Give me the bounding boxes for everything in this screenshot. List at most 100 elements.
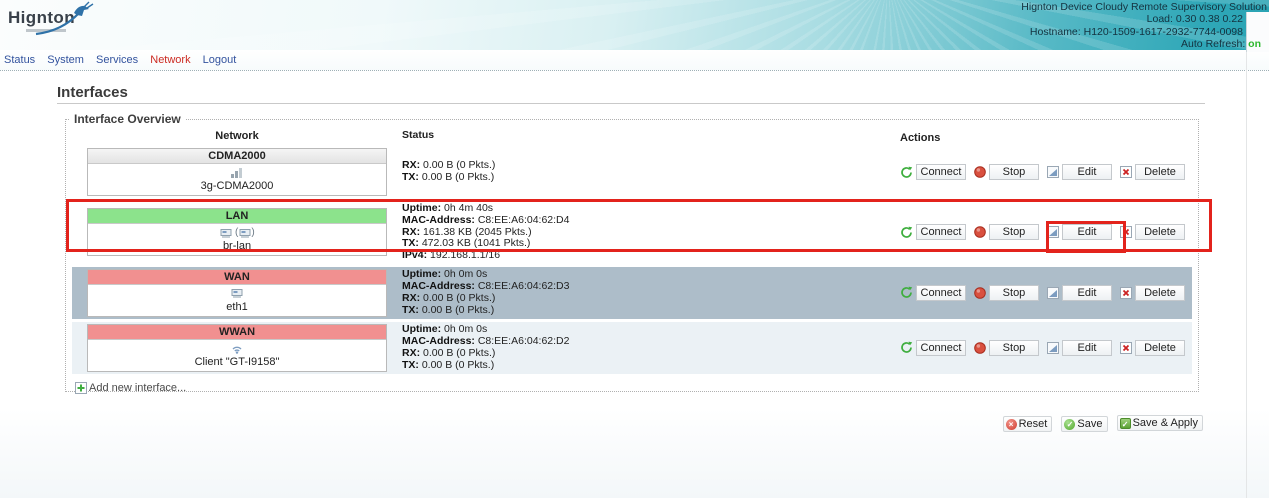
reload-icon <box>900 341 913 354</box>
top-banner: Hignton Hignton Device Cloudy Remote Sup… <box>0 0 1269 50</box>
add-icon <box>74 382 87 395</box>
interface-device: br-lan <box>88 240 386 252</box>
save-button[interactable]: ✓ Save <box>1061 416 1107 432</box>
reset-button[interactable]: × Reset <box>1003 416 1053 432</box>
stop-button[interactable]: Stop <box>989 285 1039 301</box>
interface-device: Client "GT-I9158" <box>88 356 386 368</box>
page-title: Interfaces <box>57 84 128 101</box>
interface-status: Uptime: 0h 0m 0sMAC-Address: C8:EE:A6:04… <box>402 324 900 371</box>
save-label: Save <box>1077 418 1102 430</box>
interface-actions: Connect Stop Edit Delete <box>900 285 1192 301</box>
column-header-network: Network <box>72 130 402 145</box>
nav-item-logout[interactable]: Logout <box>203 54 237 66</box>
status-line: MAC-Address: C8:EE:A6:04:62:D4 <box>402 215 894 227</box>
interface-row-cdma2000: CDMA2000 3g-CDMA2000 RX: 0.00 B (0 Pkts.… <box>72 146 1192 198</box>
edit-icon <box>1046 166 1059 179</box>
stop-action: Stop <box>973 340 1039 356</box>
save-apply-icon: ✓ <box>1120 418 1131 429</box>
auto-refresh-label: Auto Refresh: <box>1181 38 1245 50</box>
status-line: TX: 0.00 B (0 Pkts.) <box>402 360 894 372</box>
edit-button[interactable]: Edit <box>1062 285 1112 301</box>
delete-button[interactable]: Delete <box>1135 285 1185 301</box>
auto-refresh-toggle[interactable]: on <box>1248 38 1261 50</box>
interface-box: WAN eth1 <box>87 269 387 317</box>
interface-box: CDMA2000 3g-CDMA2000 <box>87 148 387 196</box>
auto-refresh-line: Auto Refresh: on <box>1021 38 1269 50</box>
interface-name: CDMA2000 <box>88 149 386 164</box>
edit-action: Edit <box>1046 224 1112 240</box>
connect-action: Connect <box>900 164 966 180</box>
delete-icon <box>1119 341 1132 354</box>
interface-device: eth1 <box>88 301 386 313</box>
edit-button[interactable]: Edit <box>1062 224 1112 240</box>
add-new-interface-link[interactable]: Add new interface... <box>74 382 1192 395</box>
connect-action: Connect <box>900 340 966 356</box>
column-header-actions: Actions <box>900 130 1192 145</box>
nav-item-status[interactable]: Status <box>4 54 35 66</box>
product-line: Hignton Device Cloudy Remote Supervisory… <box>1021 1 1269 13</box>
interface-actions: Connect Stop Edit Delete <box>900 340 1192 356</box>
interface-name: LAN <box>88 209 386 224</box>
stop-action: Stop <box>973 285 1039 301</box>
delete-button[interactable]: Delete <box>1135 340 1185 356</box>
connect-action: Connect <box>900 224 966 240</box>
interface-table: Network Status Actions CDMA2000 3g-CDMA2… <box>72 130 1192 395</box>
brand-logo: Hignton <box>8 8 75 32</box>
reset-icon: × <box>1006 419 1017 430</box>
edit-action: Edit <box>1046 285 1112 301</box>
stop-icon <box>973 226 986 239</box>
interface-box: WWAN Client "GT-I9158" <box>87 324 387 372</box>
edit-icon <box>1046 286 1059 299</box>
interface-row-wan: WAN eth1 Uptime: 0h 0m 0sMAC-Address: C8… <box>72 267 1192 319</box>
edit-action: Edit <box>1046 340 1112 356</box>
router-admin-page: Hignton Hignton Device Cloudy Remote Sup… <box>0 0 1269 498</box>
stop-icon <box>973 166 986 179</box>
delete-button[interactable]: Delete <box>1135 224 1185 240</box>
interface-row-wwan: WWAN Client "GT-I9158" Uptime: 0h 0m 0sM… <box>72 322 1192 374</box>
edit-button[interactable]: Edit <box>1062 164 1112 180</box>
save-apply-button[interactable]: ✓ Save & Apply <box>1117 415 1203 431</box>
status-line: IPv4: 192.168.1.1/16 <box>402 250 894 262</box>
interface-icons <box>88 166 386 179</box>
connect-button[interactable]: Connect <box>916 224 966 240</box>
stop-action: Stop <box>973 224 1039 240</box>
connect-button[interactable]: Connect <box>916 340 966 356</box>
delete-icon <box>1119 286 1132 299</box>
edit-button[interactable]: Edit <box>1062 340 1112 356</box>
reload-icon <box>900 166 913 179</box>
interface-device: 3g-CDMA2000 <box>88 180 386 192</box>
stop-button[interactable]: Stop <box>989 224 1039 240</box>
interface-icons <box>88 342 386 355</box>
interface-status: Uptime: 0h 0m 0sMAC-Address: C8:EE:A6:04… <box>402 269 900 316</box>
stop-icon <box>973 341 986 354</box>
nav-item-services[interactable]: Services <box>96 54 138 66</box>
nav-item-system[interactable]: System <box>47 54 84 66</box>
status-line: TX: 0.00 B (0 Pkts.) <box>402 305 894 317</box>
save-icon: ✓ <box>1064 419 1075 430</box>
add-new-interface-label: Add new interface... <box>89 382 186 394</box>
stop-button[interactable]: Stop <box>989 340 1039 356</box>
interface-actions: Connect Stop Edit Delete <box>900 164 1192 180</box>
delete-action: Delete <box>1119 285 1185 301</box>
delete-button[interactable]: Delete <box>1135 164 1185 180</box>
delete-action: Delete <box>1119 164 1185 180</box>
connect-button[interactable]: Connect <box>916 164 966 180</box>
stop-button[interactable]: Stop <box>989 164 1039 180</box>
signal-3g-icon <box>231 166 244 179</box>
edit-action: Edit <box>1046 164 1112 180</box>
connect-action: Connect <box>900 285 966 301</box>
interface-row-lan: LAN () br-lan Uptime: 0h 4m 40sMAC-Addre… <box>72 201 1192 264</box>
column-header-status: Status <box>402 130 900 145</box>
reload-icon <box>900 226 913 239</box>
ethernet-adapter-icon <box>219 226 232 239</box>
save-apply-label: Save & Apply <box>1133 417 1198 429</box>
logo-tagline <box>26 29 66 32</box>
interface-rows: CDMA2000 3g-CDMA2000 RX: 0.00 B (0 Pkts.… <box>72 146 1192 374</box>
interface-status: Uptime: 0h 4m 40sMAC-Address: C8:EE:A6:0… <box>402 203 900 262</box>
interface-name: WWAN <box>88 325 386 340</box>
stop-action: Stop <box>973 164 1039 180</box>
status-line: TX: 0.00 B (0 Pkts.) <box>402 172 894 184</box>
nav-item-network[interactable]: Network <box>150 54 190 66</box>
connect-button[interactable]: Connect <box>916 285 966 301</box>
reload-icon <box>900 286 913 299</box>
